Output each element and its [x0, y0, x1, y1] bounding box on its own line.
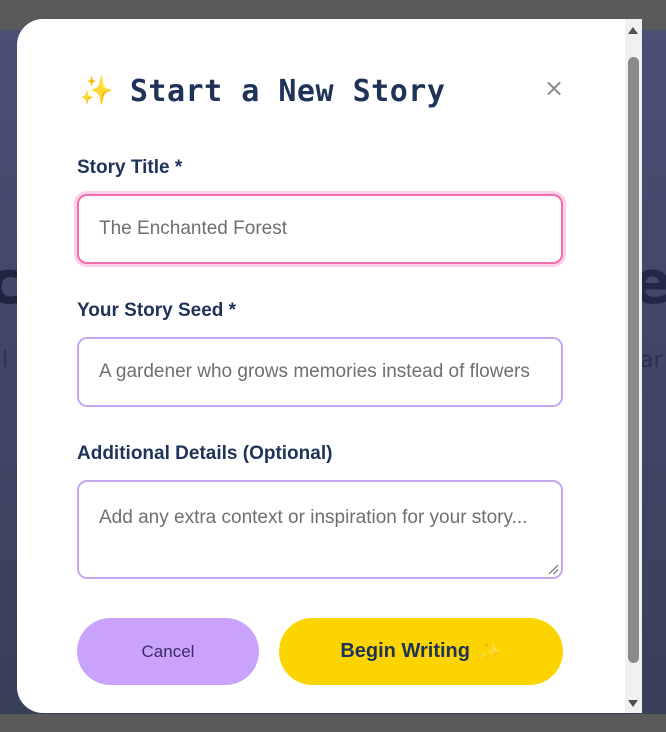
- sparkles-icon: ✨: [79, 74, 114, 107]
- background-text-fragment: ll: [0, 348, 9, 373]
- story-title-label: Story Title *: [77, 157, 183, 178]
- modal-title: Start a New Story: [129, 73, 446, 109]
- sparkles-icon: ✨: [477, 641, 502, 663]
- scroll-down-arrow-icon[interactable]: [628, 700, 638, 707]
- additional-details-textarea[interactable]: Add any extra context or inspiration for…: [77, 480, 563, 579]
- browser-bottom-bar: [0, 714, 666, 732]
- resize-handle-icon[interactable]: [549, 565, 558, 574]
- cancel-button-label: Cancel: [141, 641, 195, 661]
- new-story-modal: ✨ Start a New Story × Story Title * The …: [17, 19, 642, 713]
- additional-details-label: Additional Details (Optional): [77, 443, 333, 464]
- scrollbar-thumb[interactable]: [628, 57, 639, 663]
- modal-scrollbar[interactable]: [625, 19, 642, 713]
- additional-details-placeholder: Add any extra context or inspiration for…: [99, 507, 528, 528]
- scroll-up-arrow-icon[interactable]: [628, 27, 638, 34]
- modal-header: ✨ Start a New Story: [79, 71, 445, 111]
- story-seed-label: Your Story Seed *: [77, 300, 237, 321]
- story-seed-input[interactable]: A gardener who grows memories instead of…: [77, 337, 563, 407]
- begin-writing-button[interactable]: Begin Writing ✨: [279, 618, 563, 685]
- cancel-button[interactable]: Cancel: [77, 618, 259, 685]
- close-icon[interactable]: ×: [544, 76, 564, 100]
- story-title-input[interactable]: The Enchanted Forest: [77, 194, 563, 264]
- background-text-fragment: ar: [640, 348, 663, 373]
- begin-writing-label: Begin Writing: [340, 640, 470, 662]
